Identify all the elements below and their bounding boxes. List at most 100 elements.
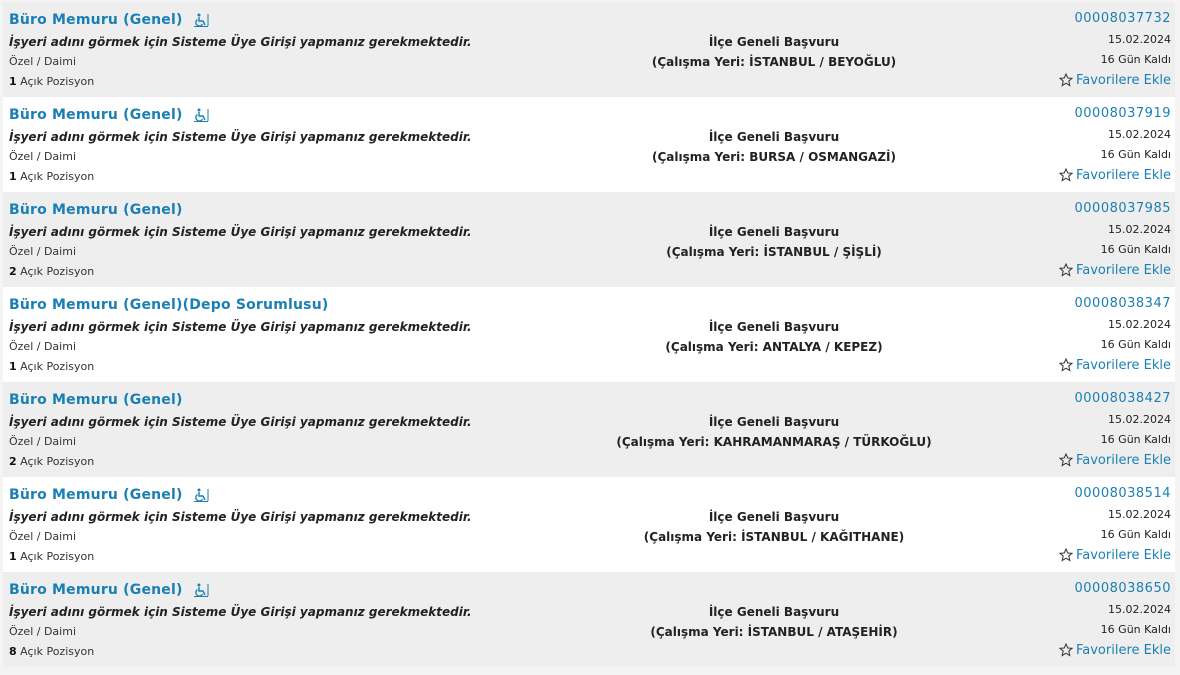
location-block: İlçe Geneli Başvuru (Çalışma Yeri: İSTAN… bbox=[574, 222, 974, 262]
add-to-favorites-button[interactable]: Favorilere Ekle bbox=[1058, 165, 1171, 185]
employer-note: İşyeri adını görmek için Sisteme Üye Gir… bbox=[9, 35, 472, 49]
job-title-line: Büro Memuru (Genel) bbox=[9, 200, 183, 220]
job-title-line: Büro Memuru (Genel) bbox=[9, 485, 209, 505]
positions-label: Açık Pozisyon bbox=[20, 645, 95, 658]
days-left: 16 Gün Kaldı bbox=[1100, 53, 1171, 66]
job-title-link[interactable]: Büro Memuru (Genel) bbox=[9, 487, 183, 503]
reference-number-link[interactable]: 00008037732 bbox=[1059, 8, 1171, 30]
star-outline-icon bbox=[1058, 548, 1073, 562]
positions-label: Açık Pozisyon bbox=[20, 360, 95, 373]
employment-type: Özel / Daimi bbox=[9, 625, 76, 638]
positions-count: 1 bbox=[9, 360, 17, 373]
open-positions: 2 Açık Pozisyon bbox=[9, 455, 94, 468]
job-title-link[interactable]: Büro Memuru (Genel) bbox=[9, 392, 183, 408]
wheelchair-icon bbox=[193, 108, 209, 122]
favorites-label: Favorilere Ekle bbox=[1075, 357, 1171, 373]
listing-date: 15.02.2024 bbox=[1108, 413, 1171, 426]
listing-date: 15.02.2024 bbox=[1108, 318, 1171, 331]
job-listing-row: Büro Memuru (Genel) İşyeri adını görmek … bbox=[3, 382, 1175, 477]
workplace-location: (Çalışma Yeri: İSTANBUL / ATAŞEHİR) bbox=[650, 625, 898, 639]
days-left: 16 Gün Kaldı bbox=[1100, 148, 1171, 161]
application-scope: İlçe Geneli Başvuru bbox=[708, 510, 840, 524]
reference-number-link[interactable]: 00008038347 bbox=[1059, 293, 1171, 315]
reference-number-link[interactable]: 00008037985 bbox=[1059, 198, 1171, 220]
positions-count: 2 bbox=[9, 265, 17, 278]
reference-number-link[interactable]: 00008038427 bbox=[1059, 388, 1171, 410]
meta-block: 00008038514 15.02.2024 16 Gün Kaldı Favo… bbox=[1058, 483, 1171, 565]
application-scope: İlçe Geneli Başvuru bbox=[708, 320, 840, 334]
star-outline-icon bbox=[1058, 73, 1073, 87]
listing-date: 15.02.2024 bbox=[1108, 128, 1171, 141]
application-scope: İlçe Geneli Başvuru bbox=[708, 415, 840, 429]
job-title-link[interactable]: Büro Memuru (Genel) bbox=[9, 107, 183, 123]
job-listing-row: Büro Memuru (Genel) İşyeri adını görmek … bbox=[3, 477, 1175, 572]
favorites-label: Favorilere Ekle bbox=[1075, 167, 1171, 183]
employment-type: Özel / Daimi bbox=[9, 340, 76, 353]
reference-number-link[interactable]: 00008037919 bbox=[1059, 103, 1171, 125]
employer-note: İşyeri adını görmek için Sisteme Üye Gir… bbox=[9, 415, 472, 429]
star-outline-icon bbox=[1058, 643, 1073, 657]
add-to-favorites-button[interactable]: Favorilere Ekle bbox=[1058, 355, 1171, 375]
favorites-label: Favorilere Ekle bbox=[1075, 642, 1171, 658]
positions-label: Açık Pozisyon bbox=[20, 170, 95, 183]
days-left: 16 Gün Kaldı bbox=[1100, 623, 1171, 636]
open-positions: 1 Açık Pozisyon bbox=[9, 550, 94, 563]
meta-block: 00008037919 15.02.2024 16 Gün Kaldı Favo… bbox=[1058, 103, 1171, 185]
job-title-link[interactable]: Büro Memuru (Genel) bbox=[9, 12, 183, 28]
meta-block: 00008037985 15.02.2024 16 Gün Kaldı Favo… bbox=[1058, 198, 1171, 280]
location-block: İlçe Geneli Başvuru (Çalışma Yeri: İSTAN… bbox=[574, 32, 974, 72]
reference-number-link[interactable]: 00008038650 bbox=[1059, 578, 1171, 600]
wheelchair-icon bbox=[193, 583, 209, 597]
job-title-link[interactable]: Büro Memuru (Genel) bbox=[9, 582, 183, 598]
employer-note: İşyeri adını görmek için Sisteme Üye Gir… bbox=[9, 130, 472, 144]
application-scope: İlçe Geneli Başvuru bbox=[708, 35, 840, 49]
star-outline-icon bbox=[1058, 453, 1073, 467]
positions-count: 8 bbox=[9, 645, 17, 658]
days-left: 16 Gün Kaldı bbox=[1100, 528, 1171, 541]
job-listing-row: Büro Memuru (Genel) İşyeri adını görmek … bbox=[3, 2, 1175, 97]
positions-count: 2 bbox=[9, 455, 17, 468]
listing-date: 15.02.2024 bbox=[1108, 603, 1171, 616]
job-title-link[interactable]: Büro Memuru (Genel)(Depo Sorumlusu) bbox=[9, 297, 328, 313]
add-to-favorites-button[interactable]: Favorilere Ekle bbox=[1058, 545, 1171, 565]
workplace-location: (Çalışma Yeri: İSTANBUL / KAĞITHANE) bbox=[643, 530, 905, 544]
job-title-line: Büro Memuru (Genel)(Depo Sorumlusu) bbox=[9, 295, 328, 315]
favorites-label: Favorilere Ekle bbox=[1075, 547, 1171, 563]
location-block: İlçe Geneli Başvuru (Çalışma Yeri: ANTAL… bbox=[574, 317, 974, 357]
favorites-label: Favorilere Ekle bbox=[1075, 72, 1171, 88]
add-to-favorites-button[interactable]: Favorilere Ekle bbox=[1058, 450, 1171, 470]
job-title-line: Büro Memuru (Genel) bbox=[9, 105, 209, 125]
workplace-location: (Çalışma Yeri: İSTANBUL / BEYOĞLU) bbox=[651, 55, 897, 69]
open-positions: 1 Açık Pozisyon bbox=[9, 170, 94, 183]
listing-date: 15.02.2024 bbox=[1108, 33, 1171, 46]
employment-type: Özel / Daimi bbox=[9, 435, 76, 448]
job-listing-row: Büro Memuru (Genel) İşyeri adını görmek … bbox=[3, 572, 1175, 667]
star-outline-icon bbox=[1058, 358, 1073, 372]
workplace-location: (Çalışma Yeri: İSTANBUL / ŞİŞLİ) bbox=[666, 245, 882, 259]
employment-type: Özel / Daimi bbox=[9, 245, 76, 258]
add-to-favorites-button[interactable]: Favorilere Ekle bbox=[1058, 70, 1171, 90]
workplace-location: (Çalışma Yeri: BURSA / OSMANGAZİ) bbox=[652, 150, 896, 164]
favorites-label: Favorilere Ekle bbox=[1075, 452, 1171, 468]
days-left: 16 Gün Kaldı bbox=[1100, 243, 1171, 256]
workplace-location: (Çalışma Yeri: KAHRAMANMARAŞ / TÜRKOĞLU) bbox=[616, 435, 932, 449]
open-positions: 8 Açık Pozisyon bbox=[9, 645, 94, 658]
listing-date: 15.02.2024 bbox=[1108, 508, 1171, 521]
employment-type: Özel / Daimi bbox=[9, 150, 76, 163]
job-title-line: Büro Memuru (Genel) bbox=[9, 10, 209, 30]
application-scope: İlçe Geneli Başvuru bbox=[708, 605, 840, 619]
star-outline-icon bbox=[1058, 263, 1073, 277]
employer-note: İşyeri adını görmek için Sisteme Üye Gir… bbox=[9, 510, 472, 524]
job-title-link[interactable]: Büro Memuru (Genel) bbox=[9, 202, 183, 218]
add-to-favorites-button[interactable]: Favorilere Ekle bbox=[1058, 260, 1171, 280]
job-title-line: Büro Memuru (Genel) bbox=[9, 390, 183, 410]
employer-note: İşyeri adını görmek için Sisteme Üye Gir… bbox=[9, 320, 472, 334]
reference-number-link[interactable]: 00008038514 bbox=[1059, 483, 1171, 505]
positions-label: Açık Pozisyon bbox=[20, 265, 95, 278]
job-listing-row: Büro Memuru (Genel) İşyeri adını görmek … bbox=[3, 97, 1175, 192]
location-block: İlçe Geneli Başvuru (Çalışma Yeri: KAHRA… bbox=[574, 412, 974, 452]
add-to-favorites-button[interactable]: Favorilere Ekle bbox=[1058, 640, 1171, 660]
wheelchair-icon bbox=[193, 488, 209, 502]
meta-block: 00008038347 15.02.2024 16 Gün Kaldı Favo… bbox=[1058, 293, 1171, 375]
location-block: İlçe Geneli Başvuru (Çalışma Yeri: İSTAN… bbox=[574, 507, 974, 547]
